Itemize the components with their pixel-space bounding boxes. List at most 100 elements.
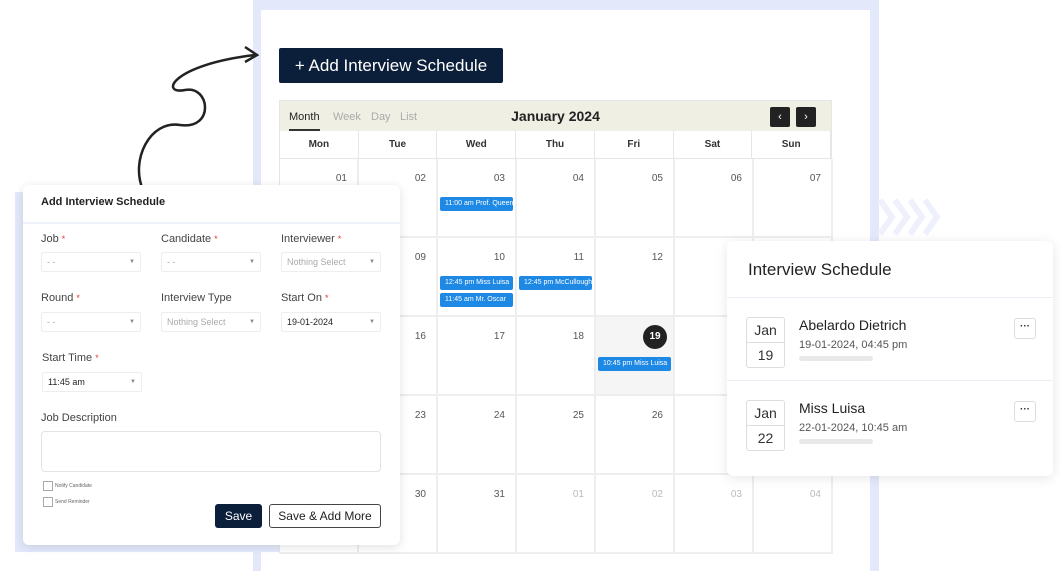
save-and-add-more-button[interactable]: Save & Add More (269, 504, 381, 528)
day-number: 30 (414, 489, 426, 500)
day-number: 12 (651, 252, 663, 263)
weekday-tue: Tue (359, 131, 438, 158)
placeholder-bar (799, 439, 873, 444)
schedule-item[interactable]: Jan 19 Abelardo Dietrich 19-01-2024, 04:4… (727, 317, 1053, 400)
round-label: Round * (41, 292, 80, 304)
job-description-label: Job Description (41, 412, 117, 424)
job-description-textarea[interactable] (41, 431, 381, 472)
interviewer-select[interactable]: Nothing Select ▼ (281, 252, 381, 272)
day-number: 01 (572, 489, 584, 500)
candidate-name: Miss Luisa (799, 400, 866, 416)
ellipsis-icon[interactable]: ··· (1014, 401, 1036, 422)
schedule-title: Interview Schedule (748, 260, 892, 279)
date-badge: Jan 19 (746, 317, 785, 368)
day-number: 24 (493, 410, 505, 421)
day-number: 05 (651, 173, 663, 184)
day-number: 06 (730, 173, 742, 184)
day-cell[interactable]: 31 (438, 475, 517, 554)
job-select[interactable]: - - ▼ (41, 252, 141, 272)
day-cell[interactable]: 02 (596, 475, 675, 554)
add-interview-schedule-button[interactable]: + Add Interview Schedule (279, 48, 503, 83)
day-cell[interactable]: 05 (596, 159, 675, 238)
day-cell[interactable]: 03 (675, 475, 754, 554)
divider (23, 222, 400, 224)
weekday-sun: Sun (752, 131, 832, 158)
schedule-datetime: 22-01-2024, 10:45 am (799, 422, 908, 434)
day-number: 04 (572, 173, 584, 184)
day-cell[interactable]: 01 (517, 475, 596, 554)
chevron-left-icon[interactable]: ‹ (770, 107, 790, 127)
calendar-event[interactable]: 10:45 pm Miss Luisa (598, 357, 671, 371)
chevron-right-icon[interactable]: › (796, 107, 816, 127)
day-cell[interactable]: 03 11:00 am Prof. Queen (438, 159, 517, 238)
placeholder-bar (799, 356, 873, 361)
send-reminder-checkbox[interactable] (43, 497, 53, 507)
calendar-event[interactable]: 11:45 am Mr. Oscar (440, 293, 513, 307)
schedule-item[interactable]: Jan 22 Miss Luisa 22-01-2024, 10:45 am ··… (727, 400, 1053, 483)
interview-schedule-card: Interview Schedule Jan 19 Abelardo Dietri… (727, 241, 1053, 476)
round-select[interactable]: - - ▼ (41, 312, 141, 332)
day-cell[interactable]: 25 (517, 396, 596, 475)
day-number: 07 (809, 173, 821, 184)
job-label: Job * (41, 233, 66, 245)
chevrons-decoration (877, 198, 941, 236)
notify-candidate-label: Notify Candidate (55, 483, 92, 489)
weekday-mon: Mon (280, 131, 359, 158)
day-number: 17 (493, 331, 505, 342)
day-cell[interactable]: 11 12:45 pm McCullough (517, 238, 596, 317)
day-cell[interactable]: 18 (517, 317, 596, 396)
candidate-select[interactable]: - - ▼ (161, 252, 261, 272)
start-on-select[interactable]: 19-01-2024 ▼ (281, 312, 381, 332)
day-number: 31 (493, 489, 505, 500)
interview-type-select[interactable]: Nothing Select ▼ (161, 312, 261, 332)
start-time-select[interactable]: 11:45 am ▼ (42, 372, 142, 392)
start-time-label: Start Time * (42, 352, 99, 364)
day-number: 02 (651, 489, 663, 500)
day-cell[interactable]: 04 (754, 475, 833, 554)
ellipsis-icon[interactable]: ··· (1014, 318, 1036, 339)
day-number: 19 (643, 325, 667, 349)
weekday-sat: Sat (674, 131, 753, 158)
day-number: 04 (809, 489, 821, 500)
day-cell[interactable]: 06 (675, 159, 754, 238)
curly-arrow-icon (137, 53, 256, 191)
day-number: 02 (414, 173, 426, 184)
day-number: 10 (493, 252, 505, 263)
day-number: 03 (730, 489, 742, 500)
day-number: 03 (493, 173, 505, 184)
calendar-event[interactable]: 12:45 pm McCullough (519, 276, 592, 290)
day-number: 11 (573, 252, 584, 263)
day-cell[interactable]: 19 10:45 pm Miss Luisa (596, 317, 675, 396)
day-cell[interactable]: 26 (596, 396, 675, 475)
notify-candidate-checkbox[interactable] (43, 481, 53, 491)
day-cell[interactable]: 07 (754, 159, 833, 238)
day-cell[interactable]: 10 12:45 pm Miss Luisa 11:45 am Mr. Oscar (438, 238, 517, 317)
day-cell[interactable]: 17 (438, 317, 517, 396)
day-cell[interactable]: 12 (596, 238, 675, 317)
day-number: 26 (651, 410, 663, 421)
weekday-fri: Fri (595, 131, 674, 158)
day-cell[interactable]: 04 (517, 159, 596, 238)
day-number: 18 (572, 331, 584, 342)
day-number: 16 (414, 331, 426, 342)
weekday-header: Mon Tue Wed Thu Fri Sat Sun (280, 131, 832, 159)
day-number: 23 (414, 410, 426, 421)
weekday-wed: Wed (437, 131, 517, 158)
day-cell[interactable]: 24 (438, 396, 517, 475)
send-reminder-label: Send Reminder (55, 499, 90, 505)
divider (727, 297, 1053, 298)
divider (727, 380, 1053, 381)
candidate-label: Candidate * (161, 233, 218, 245)
interview-type-label: Interview Type (161, 292, 232, 304)
interviewer-label: Interviewer * (281, 233, 342, 245)
calendar-event[interactable]: 12:45 pm Miss Luisa (440, 276, 513, 290)
calendar-event[interactable]: 11:00 am Prof. Queen (440, 197, 513, 211)
date-badge: Jan 22 (746, 400, 785, 451)
schedule-datetime: 19-01-2024, 04:45 pm (799, 339, 908, 351)
form-title: Add Interview Schedule (41, 196, 166, 208)
day-number: 09 (414, 252, 426, 263)
calendar-header: Month Week Day List January 2024 ‹ › (280, 101, 831, 131)
day-number: 25 (572, 410, 584, 421)
save-button[interactable]: Save (215, 504, 262, 528)
calendar-title: January 2024 (511, 108, 600, 124)
